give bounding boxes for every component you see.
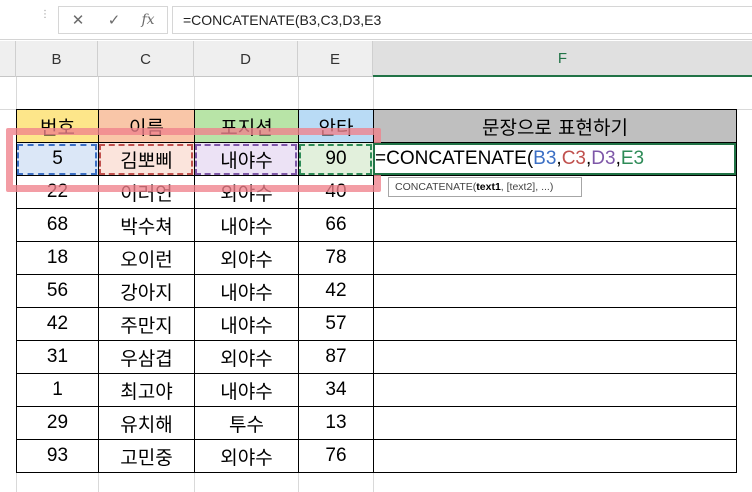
table-cell[interactable]: 93 bbox=[17, 440, 98, 472]
column-header-d[interactable]: D bbox=[194, 41, 298, 77]
formula-buttons: ✕ ✓ fx bbox=[58, 6, 168, 34]
table-cell[interactable]: 57 bbox=[299, 308, 373, 340]
formula-bar: ⋮ ✕ ✓ fx =CONCATENATE(B3,C3,D3,E3 bbox=[0, 0, 752, 40]
table-border bbox=[16, 340, 737, 341]
table-cell[interactable]: 42 bbox=[299, 275, 373, 307]
column-header-c[interactable]: C bbox=[98, 41, 194, 77]
table-cell[interactable]: 56 bbox=[17, 275, 98, 307]
column-headers: B C D E F bbox=[0, 41, 752, 77]
table-cell[interactable]: 68 bbox=[17, 209, 98, 241]
table-border bbox=[16, 109, 737, 110]
table-cell[interactable]: 1 bbox=[17, 374, 98, 406]
formula-input[interactable]: =CONCATENATE(B3,C3,D3,E3 bbox=[172, 6, 752, 34]
table-border bbox=[16, 241, 737, 242]
table-cell[interactable]: 강아지 bbox=[99, 275, 194, 307]
name-box-area: ⋮ bbox=[0, 0, 50, 40]
tooltip-function[interactable]: CONCATENATE( bbox=[395, 181, 476, 193]
table-cell[interactable]: 외야수 bbox=[195, 341, 298, 373]
table-border bbox=[16, 208, 737, 209]
formula-ref-d3: D3 bbox=[591, 148, 616, 169]
column-header-f[interactable]: F bbox=[373, 41, 752, 77]
formula-ref-b3: B3 bbox=[533, 148, 557, 169]
table-border bbox=[16, 406, 737, 407]
formula-ref-e3: E3 bbox=[620, 148, 645, 169]
table-border bbox=[16, 274, 737, 275]
table-cell[interactable]: 66 bbox=[299, 209, 373, 241]
function-argument-tooltip[interactable]: CONCATENATE(text1, [text2], ...) bbox=[388, 177, 582, 197]
table-cell[interactable]: 내야수 bbox=[195, 308, 298, 340]
formula-ref-c3: C3 bbox=[561, 148, 586, 169]
header-cell-sentence[interactable]: 문장으로 표현하기 bbox=[374, 110, 736, 142]
select-all-corner[interactable] bbox=[0, 41, 16, 77]
table-cell[interactable]: 고민중 bbox=[99, 440, 194, 472]
table-border bbox=[16, 307, 737, 308]
table-cell[interactable]: 주만지 bbox=[99, 308, 194, 340]
table-cell[interactable]: 29 bbox=[17, 407, 98, 439]
table-cell[interactable]: 34 bbox=[299, 374, 373, 406]
cancel-icon[interactable]: ✕ bbox=[61, 7, 95, 33]
table-cell[interactable]: 내야수 bbox=[195, 374, 298, 406]
table-border bbox=[16, 439, 737, 440]
tooltip-rest: , [text2], ...) bbox=[500, 181, 554, 193]
resize-handle-icon[interactable]: ⋮ bbox=[40, 10, 50, 28]
cell-formula-editor[interactable]: =CONCATENATE(B3,C3,D3,E3 bbox=[375, 145, 644, 173]
table-cell[interactable]: 내야수 bbox=[195, 209, 298, 241]
formula-prefix: =CONCATENATE( bbox=[375, 148, 534, 169]
table-cell[interactable]: 31 bbox=[17, 341, 98, 373]
table-cell[interactable]: 42 bbox=[17, 308, 98, 340]
table-cell[interactable]: 78 bbox=[299, 242, 373, 274]
table-cell[interactable]: 우삼겹 bbox=[99, 341, 194, 373]
table-cell[interactable]: 외야수 bbox=[195, 242, 298, 274]
table-border bbox=[736, 109, 737, 473]
tooltip-current-arg[interactable]: text1 bbox=[476, 181, 501, 193]
table-cell[interactable]: 76 bbox=[299, 440, 373, 472]
table-border bbox=[16, 373, 737, 374]
table-cell[interactable]: 최고야 bbox=[99, 374, 194, 406]
table-cell[interactable]: 18 bbox=[17, 242, 98, 274]
highlight-box bbox=[6, 128, 381, 192]
column-header-e[interactable]: E bbox=[298, 41, 373, 77]
table-cell[interactable]: 내야수 bbox=[195, 275, 298, 307]
column-header-b[interactable]: B bbox=[16, 41, 98, 77]
table-cell[interactable]: 오이런 bbox=[99, 242, 194, 274]
insert-function-icon[interactable]: fx bbox=[131, 7, 165, 33]
table-border bbox=[16, 472, 737, 473]
table-cell[interactable]: 박수쳐 bbox=[99, 209, 194, 241]
table-cell[interactable]: 유치해 bbox=[99, 407, 194, 439]
table-cell[interactable]: 13 bbox=[299, 407, 373, 439]
table-cell[interactable]: 외야수 bbox=[195, 440, 298, 472]
table-cell[interactable]: 87 bbox=[299, 341, 373, 373]
table-cell[interactable]: 투수 bbox=[195, 407, 298, 439]
enter-icon[interactable]: ✓ bbox=[97, 7, 131, 33]
